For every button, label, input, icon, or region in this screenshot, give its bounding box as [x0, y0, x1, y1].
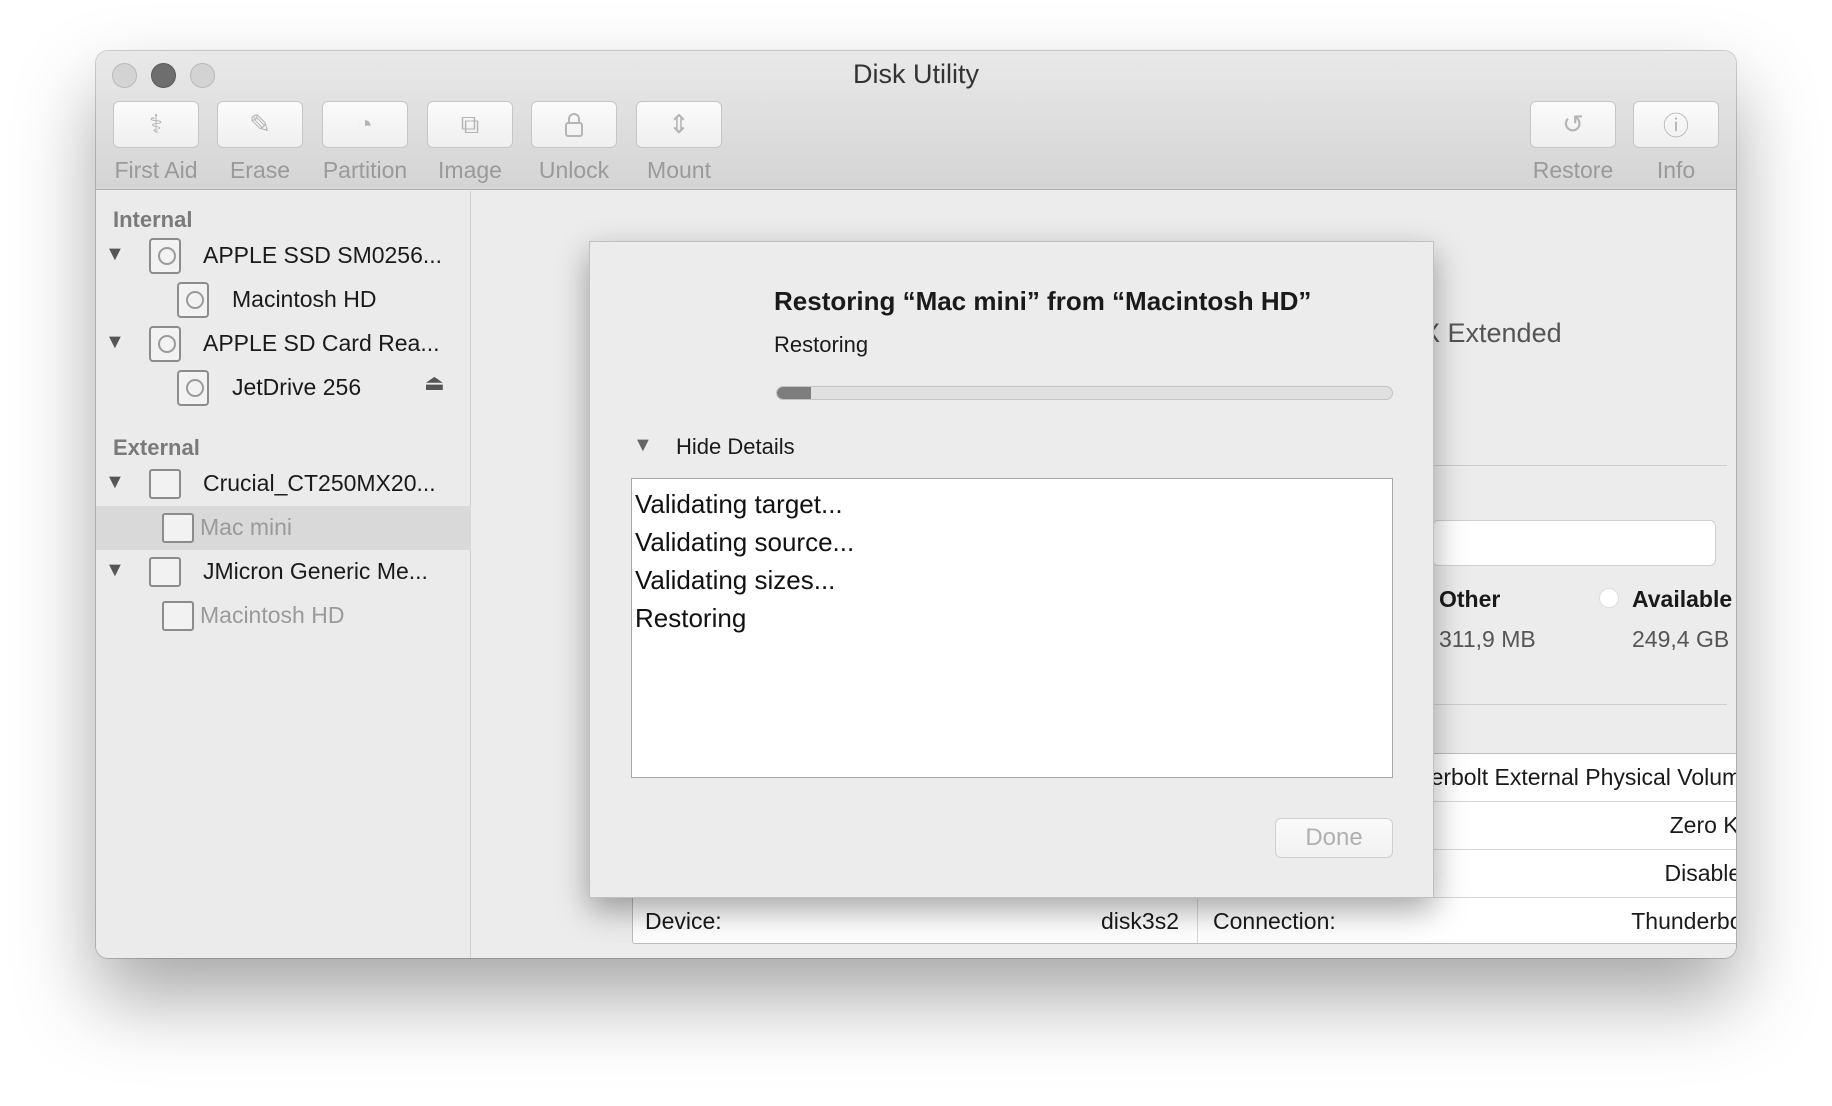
external-header: External	[113, 435, 200, 460]
sidebar-item-label: APPLE SSD SM0256...	[203, 242, 443, 268]
disclosure-triangle-icon[interactable]: ▼	[105, 243, 125, 266]
legend-available-value: 249,4 GB	[1632, 626, 1730, 652]
image-button[interactable]: ⧉ Image	[427, 101, 513, 184]
sidebar-item-label: Crucial_CT250MX20...	[203, 470, 436, 496]
legend-available-dot	[1599, 588, 1619, 608]
info-label: Info	[1656, 157, 1696, 183]
sidebar-item-label: JMicron Generic Me...	[203, 558, 428, 584]
sidebar-item-macintosh-hd[interactable]: Macintosh HD	[96, 278, 471, 322]
sidebar-item-apple-ssd[interactable]: ▼ APPLE SSD SM0256...	[96, 234, 471, 278]
sheet-title: Restoring “Mac mini” from “Macintosh HD”	[774, 286, 1312, 316]
erase-icon: ✎	[249, 109, 271, 139]
done-button[interactable]: Done	[1275, 818, 1393, 858]
restore-sheet: Restoring “Mac mini” from “Macintosh HD”…	[589, 241, 1434, 898]
legend-available-label: Available	[1632, 586, 1733, 612]
sidebar-item-jmicron[interactable]: ▼ JMicron Generic Me...	[96, 550, 471, 594]
external-disk-icon	[149, 557, 181, 587]
external-disk-icon	[149, 469, 181, 499]
window-title: Disk Utility	[853, 59, 979, 89]
connection-label: Connection:	[1213, 908, 1336, 934]
disclosure-triangle-icon[interactable]: ▼	[633, 434, 653, 457]
sidebar-item-apple-sd-card[interactable]: ▼ APPLE SD Card Rea...	[96, 322, 471, 366]
sidebar-item-label: Macintosh HD	[200, 602, 345, 628]
sidebar-item-macintosh-hd-external[interactable]: Macintosh HD	[96, 594, 471, 638]
legend-other-value: 311,9 MB	[1439, 626, 1536, 652]
partition-button[interactable]: ◔ Partition	[322, 101, 408, 184]
mount-button[interactable]: ⇕ Mount	[636, 101, 722, 184]
disclosure-triangle-icon[interactable]: ▼	[105, 471, 125, 494]
internal-header: Internal	[113, 207, 193, 232]
sidebar: Internal ▼ APPLE SSD SM0256... Macintosh…	[96, 191, 471, 958]
external-volume-icon	[162, 601, 194, 631]
sidebar-item-label: JetDrive 256	[232, 374, 362, 400]
titlebar: Disk Utility ⚕ First Aid ✎ Erase ◔ Parti…	[96, 51, 1736, 190]
info-icon: ⓘ	[1662, 111, 1689, 141]
device-value: disk3s2	[1101, 908, 1179, 934]
internal-disk-icon	[149, 326, 181, 362]
disclosure-triangle-icon[interactable]: ▼	[105, 559, 125, 582]
sidebar-item-jetdrive[interactable]: JetDrive 256 ⏏	[96, 366, 471, 410]
eject-icon[interactable]: ⏏	[424, 370, 445, 396]
connection-value: Thunderbolt	[1631, 908, 1736, 934]
first-aid-button[interactable]: ⚕ First Aid	[113, 101, 199, 184]
sidebar-item-crucial[interactable]: ▼ Crucial_CT250MX20...	[96, 462, 471, 506]
volume-icon	[177, 370, 209, 406]
image-icon: ⧉	[460, 108, 480, 139]
restore-button[interactable]: ↺ Restore	[1530, 101, 1616, 184]
sidebar-item-label: Mac mini	[200, 514, 293, 540]
divider	[1432, 465, 1727, 466]
progress-bar	[776, 386, 1393, 400]
stethoscope-icon: ⚕	[148, 109, 164, 139]
sidebar-item-label: APPLE SD Card Rea...	[203, 330, 440, 356]
info-button[interactable]: ⓘ Info	[1633, 101, 1719, 184]
device-label: Device:	[645, 908, 722, 934]
divider	[1432, 704, 1727, 705]
disk-utility-window: Disk Utility ⚕ First Aid ✎ Erase ◔ Parti…	[96, 51, 1736, 958]
lock-icon	[565, 112, 583, 137]
external-volume-icon	[162, 513, 194, 543]
sidebar-item-mac-mini[interactable]: Mac mini	[96, 506, 471, 550]
log-line: Validating source...	[635, 527, 855, 557]
log-line: Restoring	[635, 603, 747, 633]
used-value: Zero KB	[1669, 812, 1736, 838]
sidebar-item-label: Macintosh HD	[232, 286, 377, 312]
log-line: Validating sizes...	[635, 565, 836, 595]
owners-value: Disabled	[1664, 860, 1737, 886]
hide-details-toggle[interactable]: Hide Details	[676, 434, 795, 460]
type-value: erbolt External Physical Volume	[1430, 764, 1736, 790]
log-line: Validating target...	[635, 489, 843, 519]
disclosure-triangle-icon[interactable]: ▼	[105, 331, 125, 354]
log-textarea[interactable]: Validating target... Validating source..…	[631, 478, 1393, 778]
restore-icon: ↺	[1562, 109, 1584, 139]
mount-icon: ⇕	[668, 109, 690, 139]
internal-disk-icon	[149, 238, 181, 274]
partition-icon: ◔	[357, 109, 373, 139]
progress-fill	[777, 387, 811, 399]
unlock-button[interactable]: Unlock	[531, 101, 617, 184]
usage-bar	[1432, 520, 1716, 566]
sheet-status: Restoring	[774, 332, 869, 357]
mount-label: Mount	[647, 157, 711, 183]
volume-icon	[177, 282, 209, 318]
erase-button[interactable]: ✎ Erase	[217, 101, 303, 184]
legend-other-label: Other	[1439, 586, 1501, 612]
volume-format: X Extended	[1422, 318, 1562, 348]
